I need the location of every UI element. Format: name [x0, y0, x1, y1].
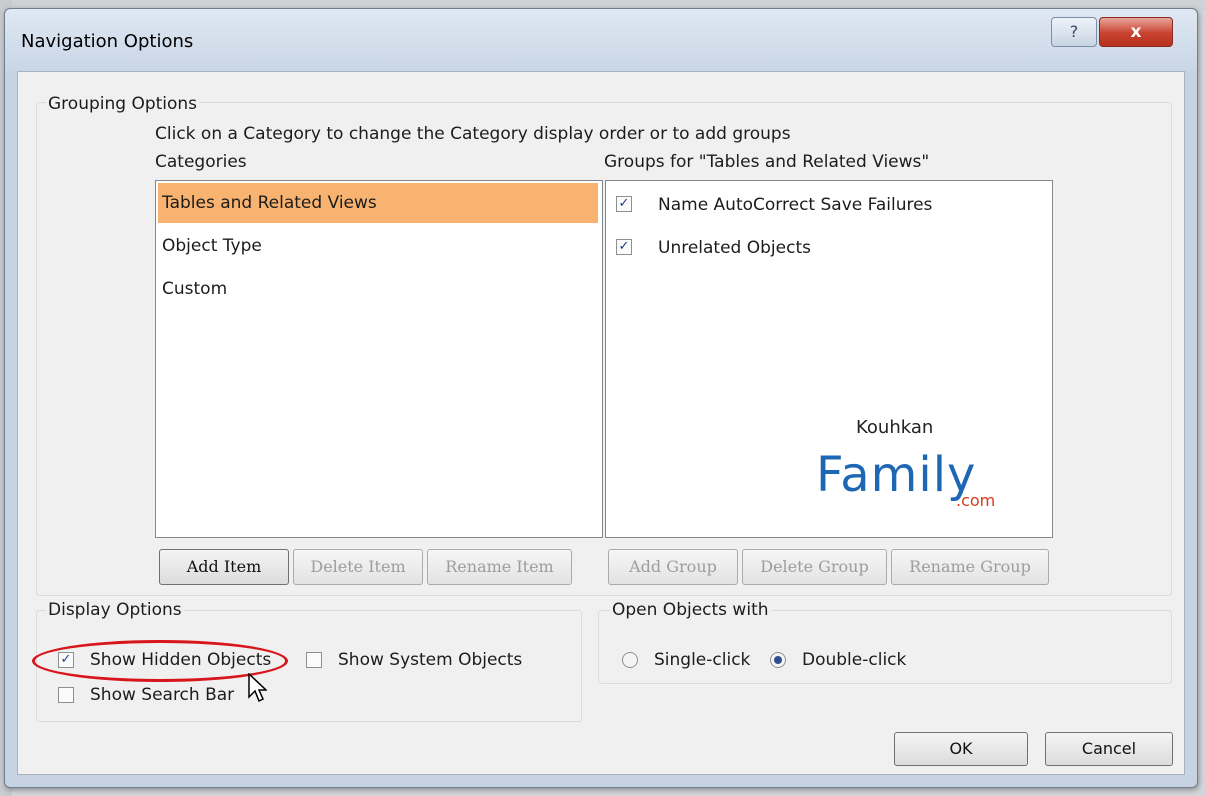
- add-item-button[interactable]: Add Item: [159, 549, 289, 585]
- display-options-legend: Display Options: [46, 600, 184, 620]
- navigation-options-dialog: Navigation Options ? x Grouping Options …: [4, 8, 1198, 788]
- categories-listbox[interactable]: Tables and Related Views Object Type Cus…: [155, 180, 603, 538]
- groups-listbox[interactable]: ✓ Name AutoCorrect Save Failures ✓ Unrel…: [605, 180, 1053, 538]
- rename-item-label: Rename Item: [445, 557, 554, 576]
- double-click-radio[interactable]: [770, 652, 786, 668]
- open-objects-group: [598, 610, 1172, 684]
- help-button[interactable]: ?: [1051, 17, 1097, 47]
- cancel-label: Cancel: [1081, 739, 1137, 758]
- watermark-suffix-text: .com: [956, 491, 996, 510]
- rename-group-label: Rename Group: [909, 557, 1031, 576]
- show-system-objects-label: Show System Objects: [338, 650, 523, 670]
- cancel-button[interactable]: Cancel: [1045, 732, 1173, 766]
- double-click-label: Double-click: [802, 650, 907, 670]
- group-checkbox[interactable]: ✓: [616, 239, 632, 255]
- title-bar: Navigation Options ? x: [5, 9, 1197, 71]
- open-objects-legend: Open Objects with: [610, 600, 771, 620]
- show-search-bar-label: Show Search Bar: [90, 685, 235, 705]
- watermark-top-text: Kouhkan: [856, 417, 934, 438]
- categories-label: Categories: [155, 152, 247, 172]
- category-item-label: Tables and Related Views: [162, 193, 377, 213]
- delete-group-label: Delete Group: [760, 557, 869, 576]
- category-item-label: Object Type: [162, 236, 262, 256]
- category-item-object-type[interactable]: Object Type: [158, 226, 598, 266]
- delete-group-button[interactable]: Delete Group: [742, 549, 887, 585]
- close-icon: x: [1130, 22, 1142, 42]
- category-item-tables-and-related-views[interactable]: Tables and Related Views: [158, 183, 598, 223]
- groups-label: Groups for "Tables and Related Views": [604, 152, 930, 172]
- rename-group-button[interactable]: Rename Group: [891, 549, 1049, 585]
- close-button[interactable]: x: [1099, 17, 1173, 47]
- delete-item-button[interactable]: Delete Item: [293, 549, 423, 585]
- single-click-label: Single-click: [654, 650, 751, 670]
- watermark-main-text: Family: [816, 447, 977, 503]
- grouping-instruction: Click on a Category to change the Catego…: [155, 124, 791, 144]
- grouping-options-legend: Grouping Options: [46, 94, 200, 114]
- single-click-radio[interactable]: [622, 652, 638, 668]
- add-group-button[interactable]: Add Group: [608, 549, 738, 585]
- show-search-bar-checkbox[interactable]: [58, 687, 74, 703]
- ok-button[interactable]: OK: [894, 732, 1028, 766]
- dialog-client-area: Grouping Options Click on a Category to …: [17, 71, 1185, 775]
- ok-label: OK: [949, 739, 973, 758]
- rename-item-button[interactable]: Rename Item: [427, 549, 572, 585]
- add-item-label: Add Item: [186, 557, 262, 576]
- category-item-label: Custom: [162, 279, 228, 299]
- kouhkan-family-watermark: Kouhkan Family .com: [796, 417, 1026, 527]
- mouse-pointer-icon: [248, 673, 267, 703]
- show-system-objects-checkbox[interactable]: [306, 652, 322, 668]
- window-title: Navigation Options: [21, 31, 194, 52]
- group-checkbox[interactable]: ✓: [616, 196, 632, 212]
- group-item-label: Name AutoCorrect Save Failures: [658, 195, 933, 215]
- category-item-custom[interactable]: Custom: [158, 269, 598, 309]
- delete-item-label: Delete Item: [310, 557, 406, 576]
- add-group-label: Add Group: [629, 557, 717, 576]
- help-icon: ?: [1069, 22, 1079, 41]
- group-item-label: Unrelated Objects: [658, 238, 811, 258]
